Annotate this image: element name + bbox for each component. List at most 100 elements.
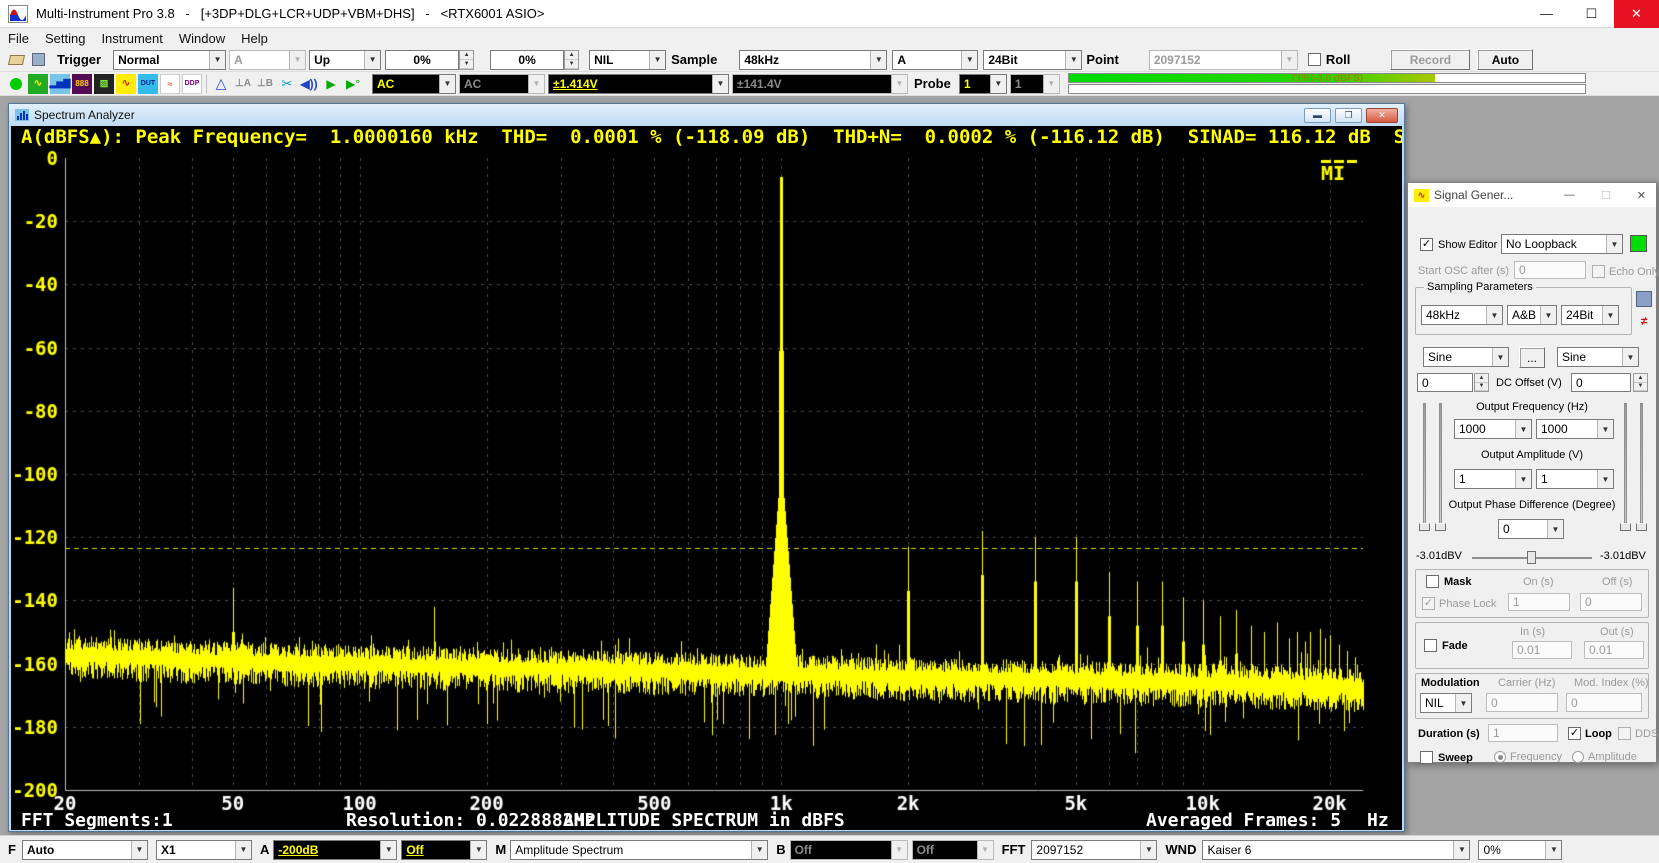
slider-thumb[interactable] [1636, 523, 1647, 531]
menu-help[interactable]: Help [233, 29, 276, 48]
generator-channels-select[interactable]: A&B▼ [1507, 305, 1557, 325]
b-range-select[interactable]: Off▼ [790, 840, 908, 860]
fade-in-input[interactable]: 0.01 [1512, 641, 1572, 659]
probe-calibration-icon[interactable]: ✂ [277, 74, 297, 94]
window-restore-button[interactable]: ❐ [1335, 108, 1362, 123]
play-icon[interactable]: ▶ [321, 74, 341, 94]
fade-out-input[interactable]: 0.01 [1584, 641, 1644, 659]
carrier-input[interactable]: 0 [1486, 693, 1558, 712]
coupling-a-select[interactable]: AC▼ [372, 74, 456, 94]
trigger-level-input[interactable]: 0% [385, 50, 459, 70]
bit-resolution-select[interactable]: 24Bit▼ [983, 50, 1082, 70]
fft-size-select[interactable]: 2097152▼ [1031, 840, 1157, 860]
window-minimize-button[interactable]: ▬ [1304, 108, 1331, 123]
speaker-icon[interactable]: ◀)) [299, 74, 319, 94]
spectrum-analyzer-icon[interactable]: ▂▅▇ [50, 74, 70, 94]
frequency-axis-select[interactable]: Auto▼ [22, 840, 148, 860]
mod-index-input[interactable]: 0 [1566, 693, 1642, 712]
window-minimize-button[interactable]: — [1564, 189, 1575, 202]
b-shift-select[interactable]: Off▼ [912, 840, 994, 860]
maximize-button[interactable]: ☐ [1569, 0, 1614, 28]
mask-off-input[interactable]: 0 [1580, 593, 1642, 611]
generator-bits-select[interactable]: 24Bit▼ [1561, 305, 1619, 325]
ground-b-icon[interactable]: ⊥B [255, 74, 275, 94]
window-maximize-button[interactable]: ☐ [1601, 189, 1611, 202]
signal-generator-titlebar[interactable]: ∿ Signal Gener... — ☐ ✕ [1408, 183, 1656, 207]
play-loop-icon[interactable]: ▶° [343, 74, 363, 94]
dds-checkbox[interactable]: DDS [1618, 727, 1658, 740]
device-test-plan-icon[interactable]: DUT [138, 74, 158, 94]
slider-thumb[interactable] [1419, 523, 1430, 531]
save-icon[interactable] [28, 50, 48, 70]
minimize-button[interactable]: — [1524, 0, 1569, 28]
coupling-b-select[interactable]: AC▼ [459, 74, 545, 94]
sweep-frequency-radio[interactable]: Frequency [1494, 751, 1562, 763]
amplitude-slider-b1[interactable] [1624, 403, 1627, 531]
zoom-select[interactable]: X1▼ [156, 840, 252, 860]
loop-checkbox[interactable]: ✓Loop [1568, 727, 1612, 740]
sampling-rate-select[interactable]: 48kHz▼ [739, 50, 887, 70]
trigger-source-select[interactable]: A▼ [229, 50, 306, 70]
ddp-viewer-icon[interactable]: DDP [182, 74, 202, 94]
view-mode-select[interactable]: Amplitude Spectrum▼ [510, 840, 768, 860]
trigger-mode-select[interactable]: Normal▼ [113, 50, 226, 70]
window-function-select[interactable]: Kaiser 6▼ [1202, 840, 1470, 860]
frequency-b-select[interactable]: 1000▼ [1536, 419, 1614, 439]
range-b-select[interactable]: ±141.4V▼ [732, 74, 908, 94]
save-waveform-icon[interactable] [1636, 291, 1652, 307]
roll-checkbox[interactable]: Roll [1308, 52, 1351, 67]
more-waveforms-button[interactable]: ... [1519, 347, 1545, 368]
range-a-select[interactable]: ±1.414V▼ [548, 74, 729, 94]
window-close-button[interactable]: ✕ [1366, 108, 1398, 123]
generator-sampling-rate-select[interactable]: 48kHz▼ [1421, 305, 1503, 325]
fade-checkbox[interactable]: Fade [1424, 639, 1468, 652]
mask-on-input[interactable]: 1 [1508, 593, 1570, 611]
trigger-level-stepper[interactable]: ▲▼ [459, 50, 474, 70]
echo-only-checkbox[interactable]: Echo Only [1592, 265, 1659, 278]
auto-button[interactable]: Auto [1477, 49, 1533, 70]
frequency-rejection-select[interactable]: NIL▼ [589, 50, 666, 70]
trigger-delay-stepper[interactable]: ▲▼ [564, 50, 579, 70]
trigger-delay-input[interactable]: 0% [490, 50, 564, 70]
close-button[interactable]: ✕ [1614, 0, 1659, 28]
slider-thumb[interactable] [1435, 523, 1446, 531]
multimeter-icon[interactable]: 888 [72, 74, 92, 94]
sampling-channel-select[interactable]: A▼ [892, 50, 978, 70]
duration-input[interactable]: 1 [1488, 724, 1558, 742]
data-logger-icon[interactable]: ≈ [160, 74, 180, 94]
mask-checkbox[interactable]: Mask [1426, 575, 1472, 588]
show-editor-checkbox[interactable]: ✓Show Editor [1420, 238, 1497, 251]
amplitude-b-select[interactable]: 1▼ [1536, 469, 1614, 489]
dc-offset-a-input[interactable]: 0 [1417, 373, 1473, 392]
window-close-button[interactable]: ✕ [1637, 189, 1646, 202]
frequency-a-select[interactable]: 1000▼ [1454, 419, 1532, 439]
waveform-library-icon[interactable]: ≠ [1636, 313, 1652, 329]
probe-a-select[interactable]: 1▼ [959, 74, 1007, 94]
dc-offset-b-stepper[interactable]: ▲▼ [1633, 373, 1648, 392]
probe-b-select[interactable]: 1▼ [1010, 74, 1060, 94]
spectrum-analyzer-titlebar[interactable]: Spectrum Analyzer ▬ ❐ ✕ [9, 104, 1404, 126]
waveform-a-select[interactable]: Sine▼ [1423, 347, 1509, 367]
ground-a-icon[interactable]: ⊥A [233, 74, 253, 94]
phase-select[interactable]: 0▼ [1498, 519, 1564, 539]
open-file-icon[interactable] [6, 50, 26, 70]
menu-file[interactable]: File [0, 29, 37, 48]
waveform-b-select[interactable]: Sine▼ [1557, 347, 1639, 367]
start-osc-input[interactable]: 0 [1514, 261, 1586, 279]
modulation-type-select[interactable]: NIL▼ [1420, 693, 1472, 713]
balance-slider-thumb[interactable] [1527, 551, 1536, 564]
a-shift-select[interactable]: Off▼ [401, 840, 487, 860]
a-range-select[interactable]: -200dB▼ [273, 840, 397, 860]
loopback-select[interactable]: No Loopback▼ [1501, 234, 1623, 254]
sweep-checkbox[interactable]: Sweep [1420, 751, 1473, 764]
oscilloscope-icon[interactable]: ∿ [28, 74, 48, 94]
amplitude-slider-a2[interactable] [1439, 403, 1442, 531]
record-length-select[interactable]: 2097152▼ [1149, 50, 1298, 70]
sweep-amplitude-radio[interactable]: Amplitude [1572, 751, 1637, 763]
signal-generator-icon[interactable]: ∿ [116, 74, 136, 94]
dc-offset-b-input[interactable]: 0 [1571, 373, 1631, 392]
spectrum-3d-icon[interactable]: ▨ [94, 74, 114, 94]
dc-offset-a-stepper[interactable]: ▲▼ [1474, 373, 1489, 392]
amplitude-a-select[interactable]: 1▼ [1454, 469, 1532, 489]
menu-setting[interactable]: Setting [37, 29, 93, 48]
